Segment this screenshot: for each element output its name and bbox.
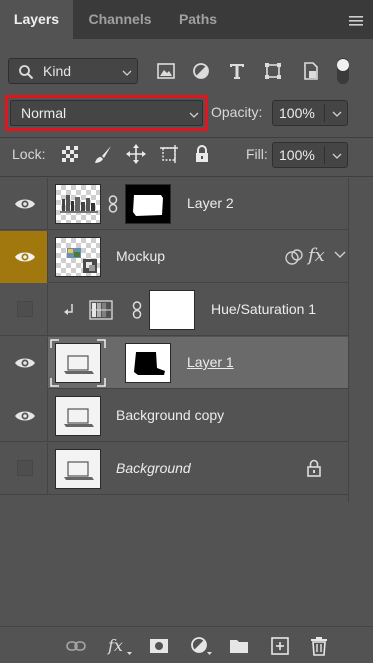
city-skyline-thumbnail-image xyxy=(60,195,98,213)
new-adjustment-icon[interactable] xyxy=(190,636,214,656)
svg-text:fx: fx xyxy=(107,636,123,655)
delete-layer-icon[interactable] xyxy=(309,636,329,656)
visibility-toggle[interactable] xyxy=(0,178,48,230)
field-divider xyxy=(324,104,325,122)
fill-value: 100% xyxy=(279,147,315,163)
layer-thumbnail[interactable] xyxy=(55,396,101,436)
blend-mode-highlight: Normal xyxy=(5,95,208,131)
eye-icon xyxy=(15,199,35,209)
add-mask-icon[interactable] xyxy=(149,636,169,656)
layer-name[interactable]: Hue/Saturation 1 xyxy=(211,301,316,317)
layer-thumbnail[interactable] xyxy=(55,343,101,383)
eye-icon xyxy=(15,252,35,262)
smart-object-filter-icon[interactable] xyxy=(300,60,322,82)
chevron-down-icon[interactable] xyxy=(332,153,342,159)
layer-mask-thumbnail[interactable] xyxy=(149,290,195,330)
layer-row-hue-saturation-1[interactable]: Hue/Saturation 1 xyxy=(0,284,348,336)
laptop-thumbnail-image xyxy=(64,461,94,480)
adjustment-filter-icon[interactable] xyxy=(190,60,212,82)
visibility-toggle[interactable] xyxy=(0,284,48,336)
blend-mode-value: Normal xyxy=(21,105,67,121)
layer-row-background[interactable]: Background xyxy=(0,443,348,495)
blend-mode-dropdown[interactable]: Normal xyxy=(10,100,203,126)
lock-artboard-icon[interactable] xyxy=(159,144,179,164)
layer-name[interactable]: Layer 1 xyxy=(187,354,234,370)
image-filter-icon[interactable] xyxy=(155,60,177,82)
type-filter-icon[interactable] xyxy=(226,60,248,82)
tab-channels[interactable]: Channels xyxy=(75,0,165,39)
visibility-toggle[interactable] xyxy=(0,443,48,495)
chevron-down-icon[interactable] xyxy=(332,111,342,117)
layers-bottom-toolbar: fx xyxy=(0,626,373,663)
opacity-value: 100% xyxy=(279,105,315,121)
hidden-visibility-box xyxy=(17,301,33,317)
fill-field[interactable]: 100% xyxy=(272,142,348,168)
filter-kind-label: Kind xyxy=(43,63,72,79)
fx-icon[interactable]: fx xyxy=(107,636,133,656)
chain-link-icon[interactable] xyxy=(132,301,142,319)
laptop-thumbnail-image xyxy=(64,355,94,374)
shape-filter-icon[interactable] xyxy=(262,60,284,82)
eye-icon xyxy=(15,358,35,368)
lock-icon[interactable] xyxy=(306,459,322,477)
hue-saturation-adjustment-icon[interactable] xyxy=(89,300,113,320)
layer-row-layer-2[interactable]: Layer 2 xyxy=(0,178,348,230)
layer-mask-thumbnail[interactable] xyxy=(125,343,171,383)
opacity-field[interactable]: 100% xyxy=(272,100,348,126)
field-divider xyxy=(324,146,325,164)
fill-label: Fill: xyxy=(246,146,268,162)
layer-name[interactable]: Background xyxy=(116,460,191,476)
panel-menu-icon[interactable] xyxy=(349,16,363,26)
mockup-thumbnail-image xyxy=(67,248,97,273)
layer-name[interactable]: Background copy xyxy=(116,407,224,423)
divider xyxy=(348,178,349,502)
fx-badge[interactable]: fx xyxy=(308,245,325,266)
divider xyxy=(0,176,373,177)
filter-kind-dropdown[interactable]: Kind xyxy=(8,58,138,84)
tab-layers[interactable]: Layers xyxy=(0,0,73,39)
link-layers-icon[interactable] xyxy=(66,636,86,656)
search-icon xyxy=(19,65,34,80)
layer-name[interactable]: Mockup xyxy=(116,248,165,264)
lock-transparent-icon[interactable] xyxy=(60,144,80,164)
layer-row-layer-1[interactable]: Layer 1 xyxy=(0,337,348,389)
layer-thumbnail[interactable] xyxy=(55,184,101,224)
layer-thumbnail[interactable] xyxy=(55,449,101,489)
mask-shape-image xyxy=(133,195,163,216)
layer-row-background-copy[interactable]: Background copy xyxy=(0,390,348,442)
chain-link-icon[interactable] xyxy=(108,195,118,213)
laptop-thumbnail-image xyxy=(64,408,94,427)
hidden-visibility-box xyxy=(17,460,33,476)
panel-tab-bar: Layers Channels Paths xyxy=(0,0,373,39)
visibility-toggle[interactable] xyxy=(0,337,48,389)
chevron-down-icon xyxy=(189,112,199,118)
new-group-icon[interactable] xyxy=(229,636,249,656)
layer-effects-icon[interactable] xyxy=(284,248,304,266)
chevron-down-icon xyxy=(122,70,132,76)
laptop-mask-image xyxy=(134,352,165,375)
lock-image-icon[interactable] xyxy=(93,144,113,164)
layer-thumbnail[interactable] xyxy=(55,237,101,277)
lock-all-icon[interactable] xyxy=(192,144,212,164)
new-layer-icon[interactable] xyxy=(270,636,290,656)
eye-icon xyxy=(15,411,35,421)
lock-label: Lock: xyxy=(12,146,46,162)
layer-mask-thumbnail[interactable] xyxy=(125,184,171,224)
clipping-arrow-icon xyxy=(64,304,73,315)
divider xyxy=(0,137,373,138)
expand-effects-chevron-icon[interactable] xyxy=(334,251,346,259)
visibility-toggle[interactable] xyxy=(0,390,48,442)
filter-toggle-icon[interactable] xyxy=(335,56,351,86)
visibility-toggle[interactable] xyxy=(0,231,48,283)
opacity-label: Opacity: xyxy=(211,104,263,120)
layer-row-mockup[interactable]: Mockup fx xyxy=(0,231,348,283)
layer-name[interactable]: Layer 2 xyxy=(187,195,234,211)
lock-position-icon[interactable] xyxy=(126,144,146,164)
tab-paths[interactable]: Paths xyxy=(167,0,229,39)
